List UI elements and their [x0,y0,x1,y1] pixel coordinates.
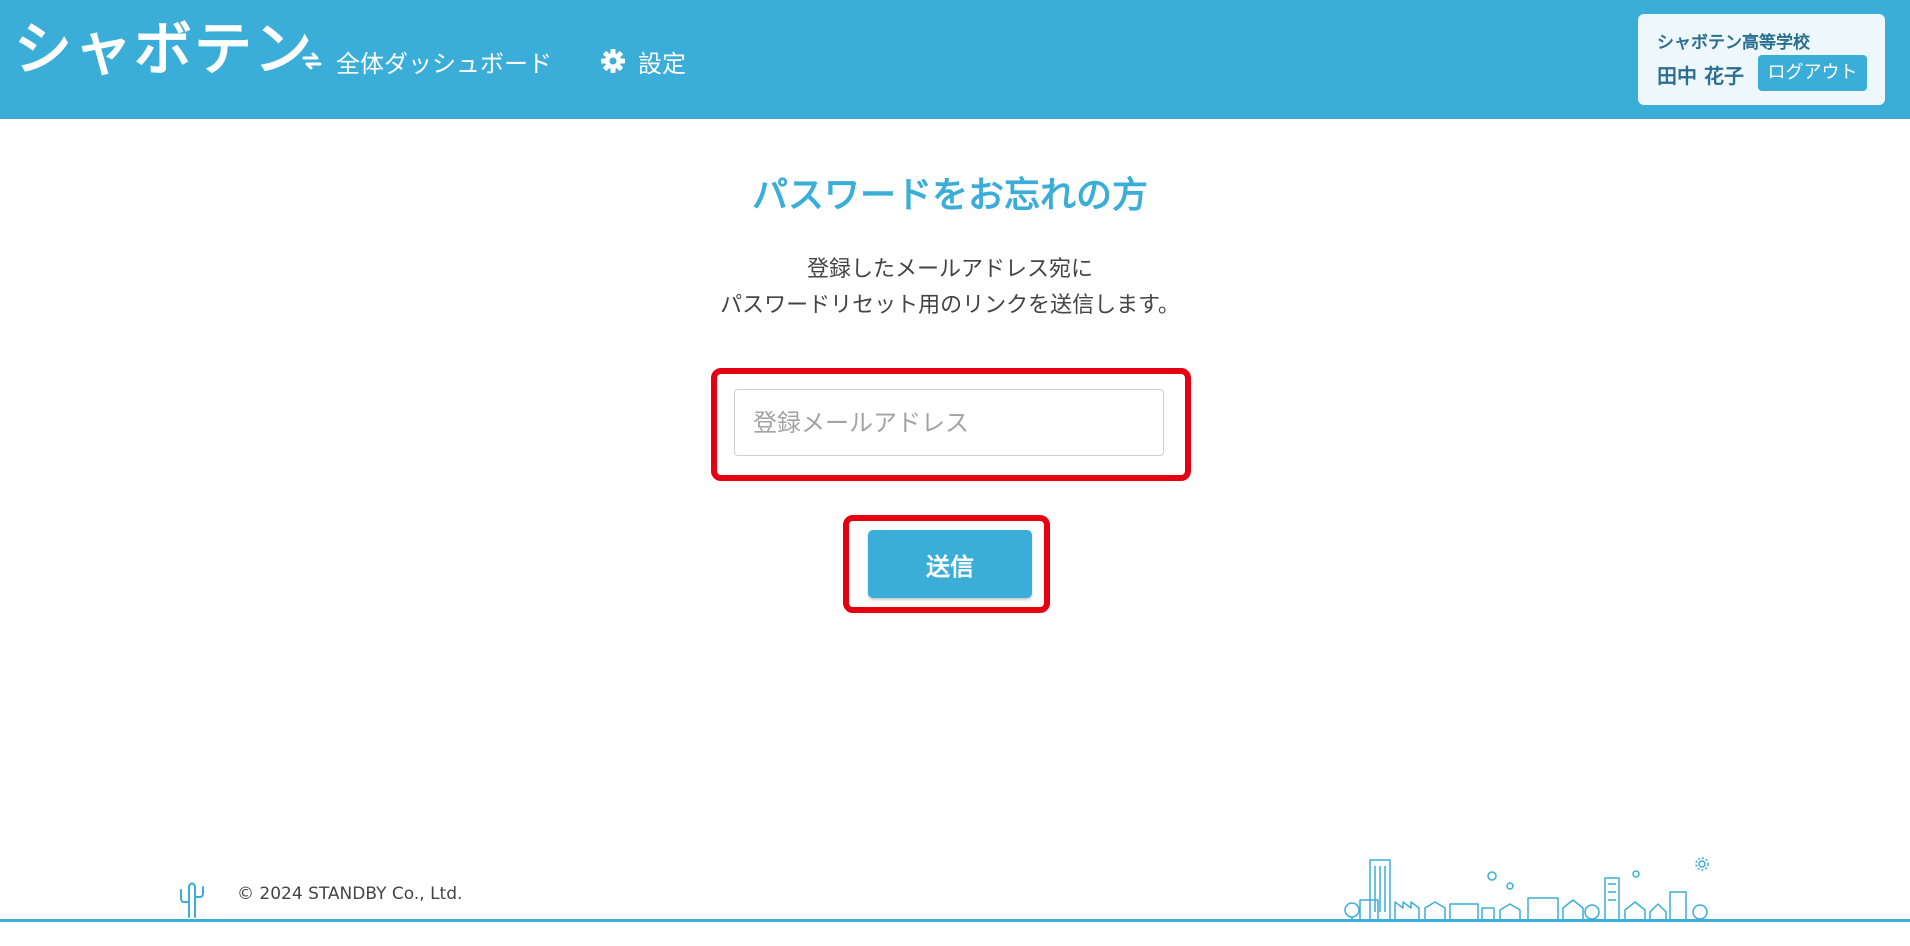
header: シャボテン 全体ダッシュボード 設定 シャボテン高等学校 田中 花子 ログアウト [0,0,1910,119]
page-description: 登録したメールアドレス宛に パスワードリセット用のリンクを送信します。 [0,252,1900,324]
nav-dashboard-link[interactable]: 全体ダッシュボード [300,44,552,78]
submit-button[interactable]: 送信 [868,530,1032,598]
description-line-2: パスワードリセット用のリンクを送信します。 [720,293,1180,318]
email-input[interactable] [734,389,1164,456]
cactus-icon [180,882,204,918]
nav-settings-label: 設定 [638,49,686,78]
user-name: 田中 花子 [1657,64,1744,88]
app-logo[interactable]: シャボテン [14,14,314,84]
nav-settings-link[interactable]: 設定 [600,44,686,78]
footer-divider [0,919,1910,922]
user-info-panel: シャボテン高等学校 田中 花子 ログアウト [1638,14,1885,105]
logout-button[interactable]: ログアウト [1758,55,1867,91]
page: シャボテン 全体ダッシュボード 設定 シャボテン高等学校 田中 花子 ログアウト… [0,0,1910,946]
copyright-text: © 2024 STANDBY Co., Ltd. [237,884,463,904]
gear-icon [601,49,625,73]
page-title: パスワードをお忘れの方 [751,175,1148,216]
town-illustration-icon [1344,857,1709,921]
school-name: シャボテン高等学校 [1657,33,1810,53]
nav-dashboard-label: 全体ダッシュボード [336,49,552,78]
sync-icon [302,52,322,70]
description-line-1: 登録したメールアドレス宛に [806,257,1093,282]
